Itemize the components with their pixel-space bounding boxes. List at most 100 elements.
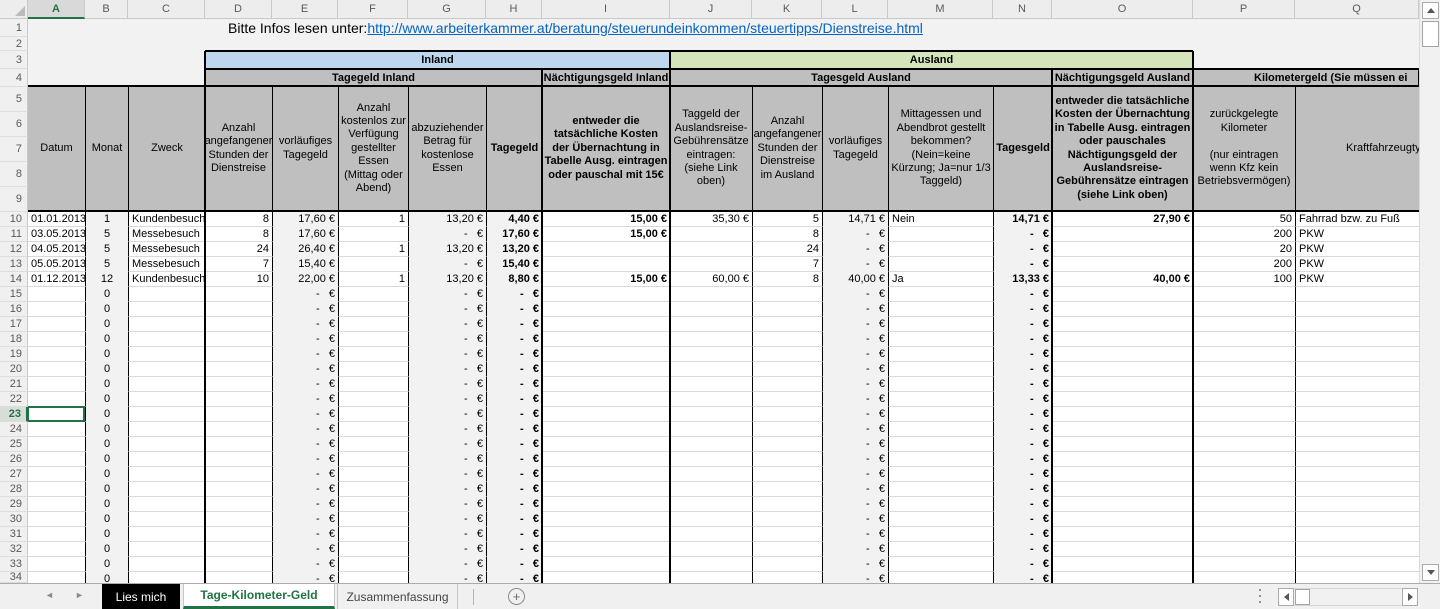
cell-B16[interactable]: 0 bbox=[85, 302, 128, 317]
row-header-10[interactable]: 10 bbox=[0, 212, 28, 227]
cell-P26[interactable] bbox=[1193, 452, 1295, 467]
add-sheet-button[interactable]: + bbox=[508, 588, 525, 605]
column-header-Q[interactable]: Q bbox=[1295, 0, 1419, 19]
cell-M11[interactable] bbox=[888, 227, 993, 242]
row-header-13[interactable]: 13 bbox=[0, 257, 28, 272]
cell-K17[interactable] bbox=[752, 317, 822, 332]
cell-D26[interactable] bbox=[205, 452, 272, 467]
cell-P24[interactable] bbox=[1193, 422, 1295, 437]
scroll-right-button[interactable] bbox=[1402, 588, 1418, 606]
cell-C14[interactable]: Kundenbesuch bbox=[128, 272, 205, 287]
cell-M17[interactable] bbox=[888, 317, 993, 332]
cell-F18[interactable] bbox=[338, 332, 408, 347]
cell-O21[interactable] bbox=[1052, 377, 1193, 392]
cell-P25[interactable] bbox=[1193, 437, 1295, 452]
cell-P16[interactable] bbox=[1193, 302, 1295, 317]
row-header-11[interactable]: 11 bbox=[0, 227, 28, 242]
cell-F30[interactable] bbox=[338, 512, 408, 527]
cell-L31[interactable]: - € bbox=[822, 527, 888, 542]
cell-Q12[interactable]: PKW bbox=[1295, 242, 1419, 257]
cell-N11[interactable]: - € bbox=[993, 227, 1052, 242]
cell-D18[interactable] bbox=[205, 332, 272, 347]
cell-N14[interactable]: 13,33 € bbox=[993, 272, 1052, 287]
cell-C24[interactable] bbox=[128, 422, 205, 437]
cell-E22[interactable]: - € bbox=[272, 392, 338, 407]
cell-E19[interactable]: - € bbox=[272, 347, 338, 362]
column-title-M[interactable]: Mittagessen und Abendbrot gestellt bekom… bbox=[888, 87, 993, 210]
cell-Q16[interactable] bbox=[1295, 302, 1419, 317]
column-title-N[interactable]: Tagesgeld bbox=[993, 87, 1052, 210]
row-header-32[interactable]: 32 bbox=[0, 542, 28, 557]
cell-A16[interactable] bbox=[28, 302, 85, 317]
cell-A17[interactable] bbox=[28, 317, 85, 332]
cell-A13[interactable]: 05.05.2013 bbox=[28, 257, 85, 272]
cell-B14[interactable]: 12 bbox=[85, 272, 128, 287]
cell-P13[interactable]: 200 bbox=[1193, 257, 1295, 272]
cell-C34[interactable] bbox=[128, 572, 205, 583]
cell-P32[interactable] bbox=[1193, 542, 1295, 557]
cell-B20[interactable]: 0 bbox=[85, 362, 128, 377]
cell-M28[interactable] bbox=[888, 482, 993, 497]
cell-E21[interactable]: - € bbox=[272, 377, 338, 392]
cell-E33[interactable]: - € bbox=[272, 557, 338, 572]
cell-P19[interactable] bbox=[1193, 347, 1295, 362]
cell-A21[interactable] bbox=[28, 377, 85, 392]
cell-P22[interactable] bbox=[1193, 392, 1295, 407]
cell-B30[interactable]: 0 bbox=[85, 512, 128, 527]
cell-E32[interactable]: - € bbox=[272, 542, 338, 557]
cell-K13[interactable]: 7 bbox=[752, 257, 822, 272]
cell-H20[interactable]: - € bbox=[486, 362, 542, 377]
column-title-L[interactable]: vorläufiges Tagegeld bbox=[822, 87, 888, 210]
cell-P34[interactable] bbox=[1193, 572, 1295, 583]
cell-P29[interactable] bbox=[1193, 497, 1295, 512]
cell-K23[interactable] bbox=[752, 407, 822, 422]
column-header-M[interactable]: M bbox=[888, 0, 993, 19]
cell-E11[interactable]: 17,60 € bbox=[272, 227, 338, 242]
cell-C26[interactable] bbox=[128, 452, 205, 467]
column-header-J[interactable]: J bbox=[670, 0, 752, 19]
cell-J15[interactable] bbox=[670, 287, 752, 302]
cell-D13[interactable]: 7 bbox=[205, 257, 272, 272]
cell-N26[interactable]: - € bbox=[993, 452, 1052, 467]
cell-E17[interactable]: - € bbox=[272, 317, 338, 332]
cell-J18[interactable] bbox=[670, 332, 752, 347]
cell-K27[interactable] bbox=[752, 467, 822, 482]
cell-N12[interactable]: - € bbox=[993, 242, 1052, 257]
cell-J34[interactable] bbox=[670, 572, 752, 583]
cell-O17[interactable] bbox=[1052, 317, 1193, 332]
cell-D25[interactable] bbox=[205, 437, 272, 452]
cell-O12[interactable] bbox=[1052, 242, 1193, 257]
row-header-20[interactable]: 20 bbox=[0, 362, 28, 377]
cell-K33[interactable] bbox=[752, 557, 822, 572]
cell-Q10[interactable]: Fahrrad bzw. zu Fuß bbox=[1295, 212, 1419, 227]
cell-B28[interactable]: 0 bbox=[85, 482, 128, 497]
cell-N19[interactable]: - € bbox=[993, 347, 1052, 362]
row-header-28[interactable]: 28 bbox=[0, 482, 28, 497]
scroll-up-button[interactable] bbox=[1422, 2, 1439, 19]
cell-A10[interactable]: 01.01.2013 bbox=[28, 212, 85, 227]
cell-H15[interactable]: - € bbox=[486, 287, 542, 302]
column-title-F[interactable]: Anzahl kostenlos zur Verfügung gestellte… bbox=[338, 87, 408, 210]
row-header-33[interactable]: 33 bbox=[0, 557, 28, 572]
cell-B19[interactable]: 0 bbox=[85, 347, 128, 362]
cell-G27[interactable]: - € bbox=[408, 467, 486, 482]
cell-L21[interactable]: - € bbox=[822, 377, 888, 392]
cell-E24[interactable]: - € bbox=[272, 422, 338, 437]
cell-B32[interactable]: 0 bbox=[85, 542, 128, 557]
cell-E26[interactable]: - € bbox=[272, 452, 338, 467]
scroll-down-button[interactable] bbox=[1422, 564, 1439, 581]
cell-N23[interactable]: - € bbox=[993, 407, 1052, 422]
cell-Q15[interactable] bbox=[1295, 287, 1419, 302]
column-header-L[interactable]: L bbox=[822, 0, 888, 19]
cell-H17[interactable]: - € bbox=[486, 317, 542, 332]
cell-A25[interactable] bbox=[28, 437, 85, 452]
cell-I10[interactable]: 15,00 € bbox=[542, 212, 670, 227]
cell-O28[interactable] bbox=[1052, 482, 1193, 497]
cell-F28[interactable] bbox=[338, 482, 408, 497]
cell-O26[interactable] bbox=[1052, 452, 1193, 467]
cell-C17[interactable] bbox=[128, 317, 205, 332]
cell-M29[interactable] bbox=[888, 497, 993, 512]
row-header-15[interactable]: 15 bbox=[0, 287, 28, 302]
cell-Q23[interactable] bbox=[1295, 407, 1419, 422]
cell-E29[interactable]: - € bbox=[272, 497, 338, 512]
